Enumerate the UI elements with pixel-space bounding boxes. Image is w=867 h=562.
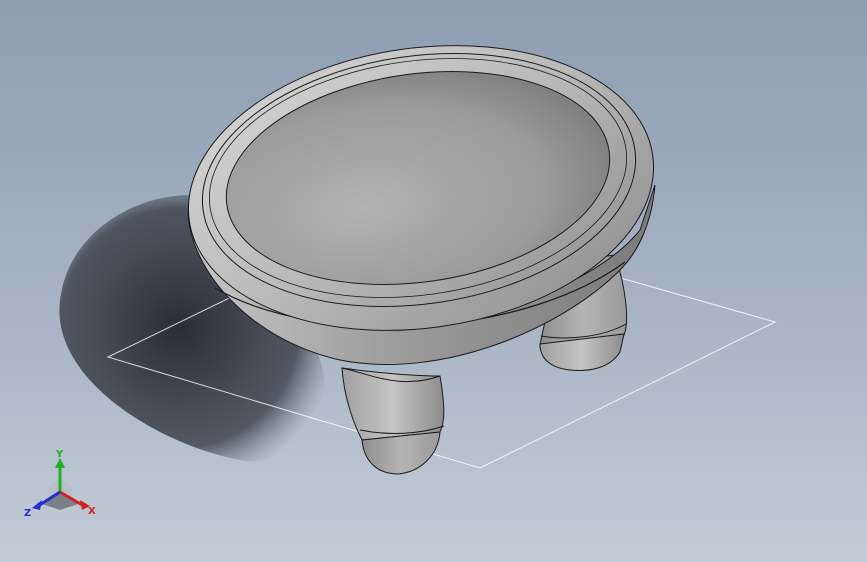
front-leg[interactable] (341, 367, 445, 475)
y-axis-label: Y (55, 449, 64, 460)
graphics-viewport[interactable] (0, 0, 867, 562)
axis-triad[interactable]: Y X Z (22, 448, 102, 520)
x-axis-label: X (88, 506, 96, 517)
z-axis-label: Z (24, 508, 31, 519)
z-axis-arrow (32, 500, 42, 510)
